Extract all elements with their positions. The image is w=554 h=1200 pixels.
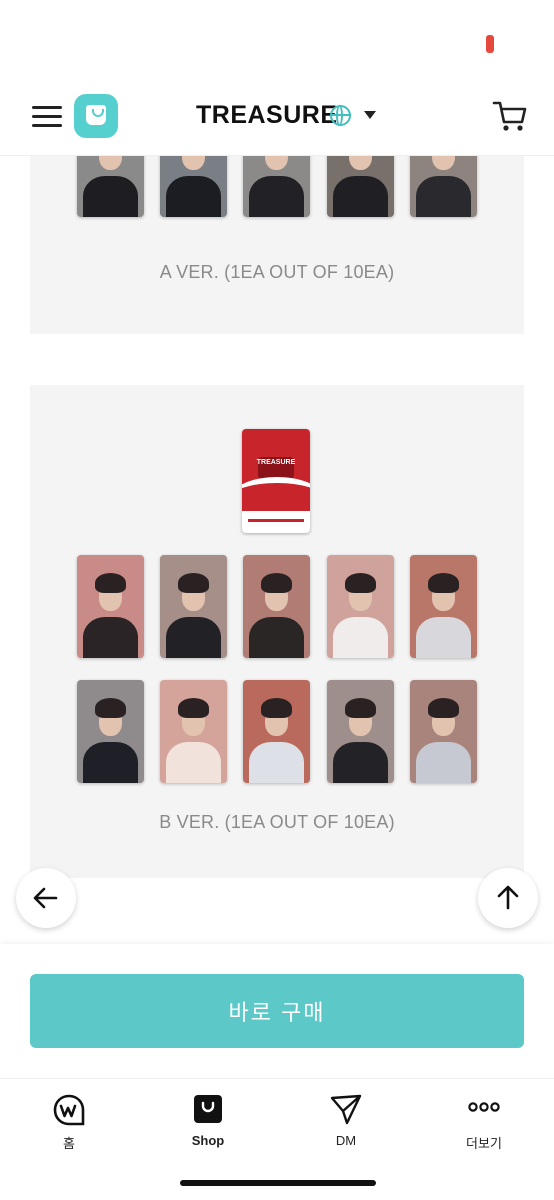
- member-photocard: [410, 680, 477, 783]
- member-photocard: [243, 680, 310, 783]
- weverse-home-icon: [53, 1094, 85, 1126]
- photocard-panel-b: TREASURE B VER. (1EA OUT OF 10EA): [30, 385, 524, 878]
- cart-icon[interactable]: [492, 98, 528, 134]
- artist-title[interactable]: TREASURE: [196, 101, 338, 130]
- tab-shop[interactable]: Shop: [158, 1091, 258, 1151]
- member-photocard: [77, 156, 144, 217]
- tab-dm[interactable]: DM: [296, 1091, 396, 1151]
- member-photocard: [410, 555, 477, 658]
- member-photocard: [410, 156, 477, 217]
- member-photocard: [327, 156, 394, 217]
- status-bar: [0, 0, 554, 88]
- intro-card-text: TREASURE: [256, 459, 296, 466]
- purchase-bar: 바로 구매: [0, 944, 554, 1078]
- tab-more-label: 더보기: [466, 1136, 502, 1151]
- photocard-panel-a: A VER. (1EA OUT OF 10EA): [30, 156, 524, 334]
- member-photocard: [243, 156, 310, 217]
- member-photocard: [77, 555, 144, 658]
- member-photocard: [243, 555, 310, 658]
- intro-photocard: TREASURE: [242, 429, 310, 533]
- member-photocard: [327, 680, 394, 783]
- home-indicator: [180, 1180, 376, 1186]
- shop-bag-icon: [194, 1095, 222, 1123]
- tab-home-label: 홈: [63, 1136, 75, 1151]
- member-photocard: [327, 555, 394, 658]
- version-label-a: A VER. (1EA OUT OF 10EA): [159, 262, 395, 282]
- member-photocard: [160, 680, 227, 783]
- dropdown-caret-icon[interactable]: [364, 111, 376, 119]
- tab-shop-label: Shop: [191, 1133, 225, 1148]
- back-button[interactable]: [16, 868, 76, 928]
- member-photocard: [77, 680, 144, 783]
- tab-dm-label: DM: [335, 1133, 357, 1148]
- globe-icon[interactable]: [330, 105, 351, 126]
- buy-now-button[interactable]: 바로 구매: [30, 974, 524, 1048]
- member-photocard: [160, 156, 227, 217]
- version-label-b: B VER. (1EA OUT OF 10EA): [159, 812, 395, 832]
- arrow-left-icon: [33, 887, 58, 909]
- paper-plane-icon: [330, 1094, 362, 1125]
- tab-more[interactable]: 더보기: [434, 1091, 534, 1151]
- battery-indicator-icon: [486, 35, 494, 53]
- shop-logo-icon[interactable]: [74, 94, 118, 138]
- tab-home[interactable]: 홈: [19, 1091, 119, 1151]
- app-header: TREASURE: [0, 88, 554, 156]
- more-dots-icon: [468, 1102, 500, 1112]
- member-photocard: [160, 555, 227, 658]
- arrow-up-icon: [497, 885, 519, 910]
- scroll-top-button[interactable]: [478, 868, 538, 928]
- product-detail-content[interactable]: A VER. (1EA OUT OF 10EA) TREASURE B VER.…: [0, 156, 554, 944]
- hamburger-menu-icon[interactable]: [32, 104, 62, 130]
